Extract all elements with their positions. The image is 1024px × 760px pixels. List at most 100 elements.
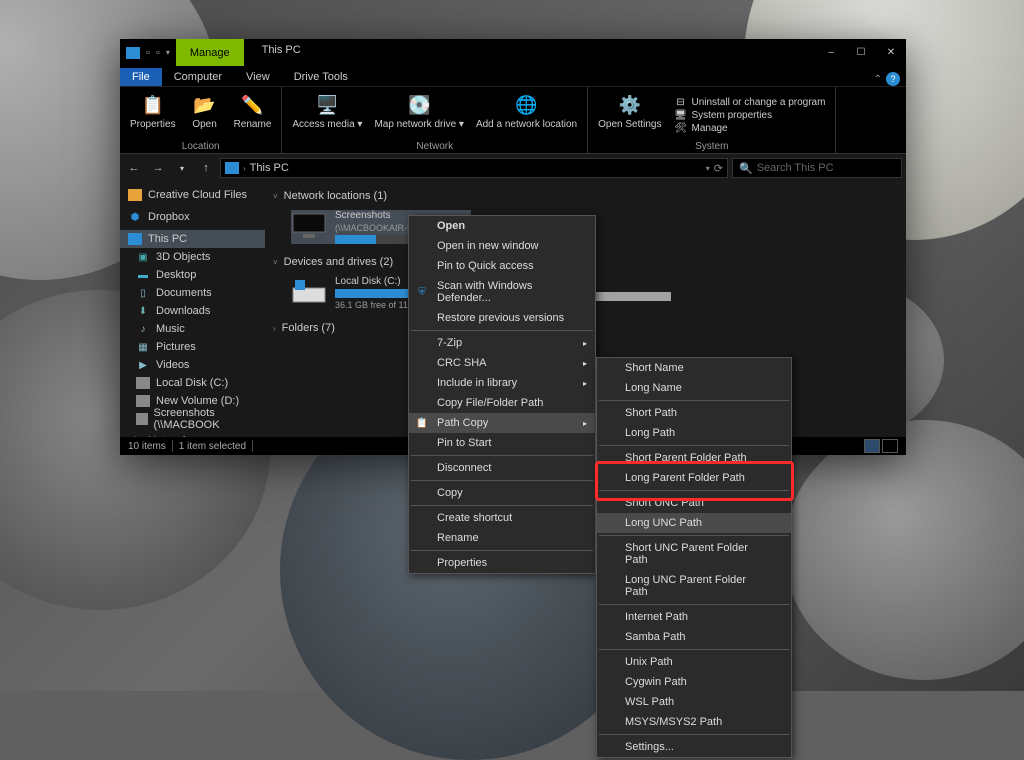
sidebar-item-dropbox[interactable]: ⬢Dropbox	[120, 208, 265, 226]
collapse-ribbon-icon[interactable]: ⌃	[874, 74, 882, 85]
sub-short-unc-parent[interactable]: Short UNC Parent Folder Path	[597, 538, 791, 570]
sub-long-name[interactable]: Long Name	[597, 378, 791, 398]
drive-icon	[136, 413, 148, 425]
minimize-button[interactable]: –	[816, 39, 846, 66]
ctx-7zip[interactable]: 7-Zip▸	[409, 333, 595, 353]
ctx-rename[interactable]: Rename	[409, 528, 595, 548]
sub-long-parent[interactable]: Long Parent Folder Path	[597, 468, 791, 488]
refresh-icon[interactable]: ⟳	[714, 162, 723, 175]
ctx-properties[interactable]: Properties	[409, 553, 595, 573]
sub-short-path[interactable]: Short Path	[597, 403, 791, 423]
file-icon[interactable]: ▫	[146, 47, 150, 59]
sub-short-parent[interactable]: Short Parent Folder Path	[597, 448, 791, 468]
sidebar-item-3d[interactable]: ▣3D Objects	[120, 248, 265, 266]
up-button[interactable]: ↑	[196, 158, 216, 178]
add-location-button[interactable]: 🌐 Add a network location	[472, 91, 581, 140]
forward-button[interactable]: →	[148, 158, 168, 178]
ctx-open[interactable]: Open	[409, 216, 595, 236]
sidebar-item-videos[interactable]: ▶Videos	[120, 356, 265, 374]
map-drive-button[interactable]: 💽 Map network drive ▾	[370, 91, 468, 140]
tiles-view-button[interactable]	[882, 439, 898, 453]
navigation-pane[interactable]: Creative Cloud Files ⬢Dropbox This PC ▣3…	[120, 182, 265, 437]
sidebar-item-pictures[interactable]: ▦Pictures	[120, 338, 265, 356]
sysprops-icon: 🖥	[673, 110, 687, 121]
tab-file[interactable]: File	[120, 68, 162, 86]
sub-cygwin-path[interactable]: Cygwin Path	[597, 672, 791, 692]
sidebar-item-local-disk[interactable]: Local Disk (C:)	[120, 374, 265, 392]
ctx-disconnect[interactable]: Disconnect	[409, 458, 595, 478]
uninstall-button[interactable]: ⊟Uninstall or change a program	[673, 97, 825, 108]
sub-short-unc[interactable]: Short UNC Path	[597, 493, 791, 513]
dropbox-icon: ⬢	[128, 211, 142, 223]
sidebar-item-desktop[interactable]: ▬Desktop	[120, 266, 265, 284]
ctx-copy[interactable]: Copy	[409, 483, 595, 503]
maximize-button[interactable]: ☐	[846, 39, 876, 66]
ctx-path-copy[interactable]: 📋Path Copy▸	[409, 413, 595, 433]
sidebar-item-downloads[interactable]: ⬇Downloads	[120, 302, 265, 320]
network-drive-icon	[291, 210, 327, 242]
folder-icon	[128, 189, 142, 201]
open-settings-button[interactable]: ⚙️ Open Settings	[594, 91, 665, 140]
dropdown-icon[interactable]: ▾	[706, 164, 710, 173]
sub-long-unc[interactable]: Long UNC Path	[597, 513, 791, 533]
folder-icon[interactable]: ▫	[156, 47, 160, 59]
titlebar[interactable]: ▫ ▫ ▾ Manage This PC – ☐ ✕	[120, 39, 906, 66]
contextual-tab-manage[interactable]: Manage	[176, 39, 244, 66]
navigation-bar: ← → ▾ ↑ › This PC ▾ ⟳ 🔍 Search This PC	[120, 154, 906, 182]
pc-icon	[126, 47, 140, 59]
sub-internet-path[interactable]: Internet Path	[597, 607, 791, 627]
recent-dropdown[interactable]: ▾	[172, 158, 192, 178]
system-properties-button[interactable]: 🖥System properties	[673, 110, 825, 121]
ctx-crc-sha[interactable]: CRC SHA▸	[409, 353, 595, 373]
3d-icon: ▣	[136, 251, 150, 263]
sub-msys-path[interactable]: MSYS/MSYS2 Path	[597, 712, 791, 732]
tab-computer[interactable]: Computer	[162, 68, 234, 86]
ribbon-group-system: ⚙️ Open Settings ⊟Uninstall or change a …	[588, 87, 836, 153]
section-network-locations[interactable]: ˅ Network locations (1)	[273, 186, 898, 206]
sub-settings[interactable]: Settings...	[597, 737, 791, 757]
details-view-button[interactable]	[864, 439, 880, 453]
sidebar-item-documents[interactable]: ▯Documents	[120, 284, 265, 302]
sidebar-item-ccf[interactable]: Creative Cloud Files	[120, 186, 265, 204]
address-bar[interactable]: › This PC ▾ ⟳	[220, 158, 728, 178]
quick-access-toolbar: ▫ ▫ ▾	[120, 39, 176, 66]
sub-short-name[interactable]: Short Name	[597, 358, 791, 378]
sub-unix-path[interactable]: Unix Path	[597, 652, 791, 672]
back-button[interactable]: ←	[124, 158, 144, 178]
sidebar-item-this-pc[interactable]: This PC	[120, 230, 265, 248]
ctx-pin-start[interactable]: Pin to Start	[409, 433, 595, 453]
pc-icon	[225, 162, 239, 174]
sub-wsl-path[interactable]: WSL Path	[597, 692, 791, 712]
access-media-button[interactable]: 🖥️ Access media ▾	[288, 91, 366, 140]
pictures-icon: ▦	[136, 341, 150, 353]
close-button[interactable]: ✕	[876, 39, 906, 66]
help-icon[interactable]: ?	[886, 72, 900, 86]
open-button[interactable]: 📂 Open	[184, 91, 226, 140]
tab-view[interactable]: View	[234, 68, 282, 86]
properties-button[interactable]: 📋 Properties	[126, 91, 180, 140]
ctx-create-shortcut[interactable]: Create shortcut	[409, 508, 595, 528]
submenu-arrow-icon: ▸	[583, 359, 587, 368]
address-text: This PC	[250, 162, 289, 174]
ctx-open-new-window[interactable]: Open in new window	[409, 236, 595, 256]
ctx-restore-previous[interactable]: Restore previous versions	[409, 308, 595, 328]
sub-long-unc-parent[interactable]: Long UNC Parent Folder Path	[597, 570, 791, 602]
ctx-scan-defender[interactable]: ⛨Scan with Windows Defender...	[409, 276, 595, 308]
manage-icon: 🛠	[673, 123, 687, 134]
search-input[interactable]: 🔍 Search This PC	[732, 158, 902, 178]
tab-drive-tools[interactable]: Drive Tools	[282, 68, 360, 86]
sub-long-path[interactable]: Long Path	[597, 423, 791, 443]
ctx-pin-quick-access[interactable]: Pin to Quick access	[409, 256, 595, 276]
rename-icon: ✏️	[240, 93, 264, 117]
sidebar-item-music[interactable]: ♪Music	[120, 320, 265, 338]
sidebar-item-network[interactable]: ⬢Network	[120, 432, 265, 437]
item-count: 10 items	[128, 441, 166, 452]
sidebar-item-screenshots[interactable]: Screenshots (\\MACBOOK	[120, 410, 265, 428]
manage-button[interactable]: 🛠Manage	[673, 123, 825, 134]
rename-button[interactable]: ✏️ Rename	[230, 91, 276, 140]
ctx-include-library[interactable]: Include in library▸	[409, 373, 595, 393]
shield-icon: ⛨	[415, 287, 429, 298]
ctx-copy-path[interactable]: Copy File/Folder Path	[409, 393, 595, 413]
sub-samba-path[interactable]: Samba Path	[597, 627, 791, 647]
dropdown-icon[interactable]: ▾	[166, 48, 170, 57]
